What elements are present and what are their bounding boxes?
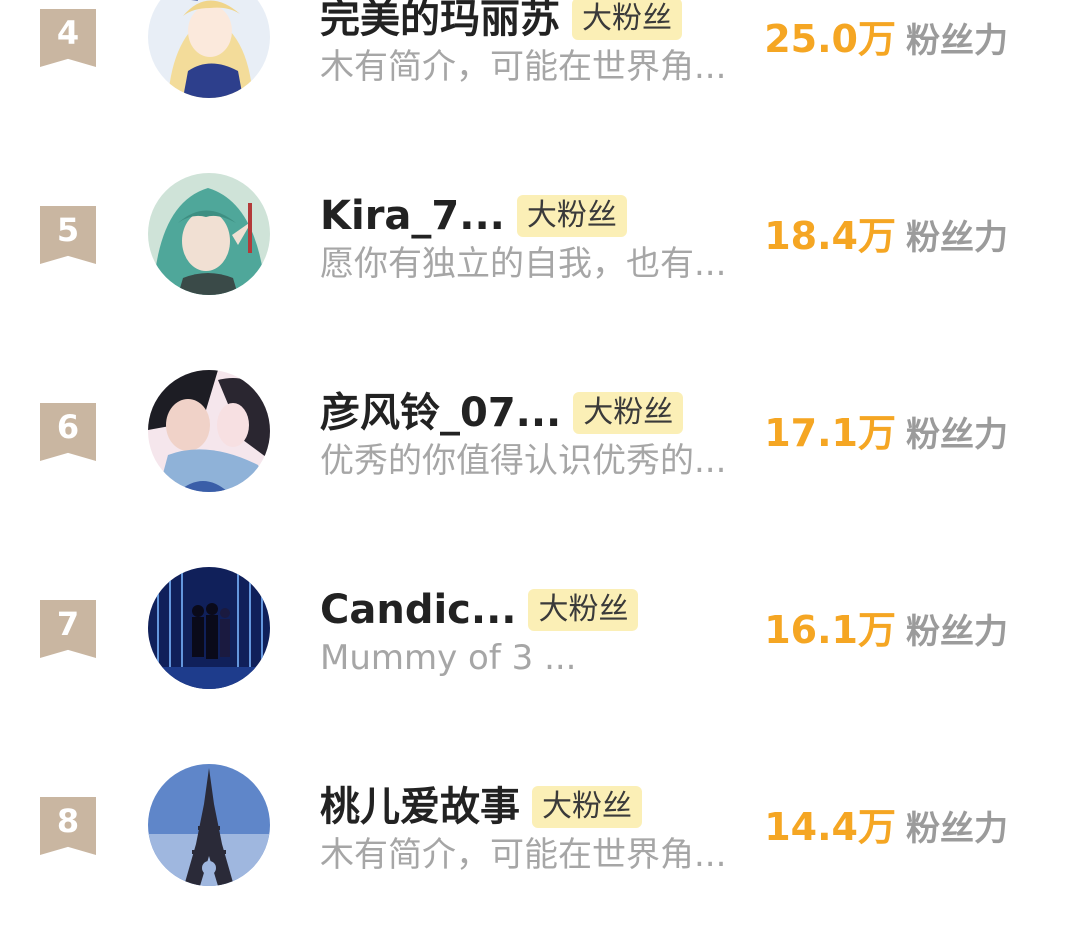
light-tunnel-photo-avatar-icon (148, 567, 270, 689)
fan-name[interactable]: 彦风铃_07... (320, 387, 561, 439)
fan-score-label: 粉丝力 (906, 21, 1008, 61)
fan-score-label: 粉丝力 (906, 809, 1008, 849)
fan-score-label: 粉丝力 (906, 218, 1008, 258)
fan-level-badge: 大粉丝 (528, 589, 639, 631)
name-line: 彦风铃_07... 大粉丝 (320, 385, 684, 441)
rank-number: 4 (56, 14, 80, 52)
fan-score: 17.1万 (764, 411, 896, 455)
fan-row[interactable]: 7 Candic... 大粉丝 Mummy of 3 ... 16.1万 粉丝力 (0, 543, 1080, 740)
rank-number: 6 (56, 408, 80, 446)
fan-score: 25.0万 (764, 17, 896, 61)
rank-ribbon: 8 (40, 797, 96, 855)
fan-name[interactable]: 完美的玛丽苏 (320, 0, 560, 45)
fan-row[interactable]: 5 Kira_7... 大粉丝 愿你有独立的自我，也有... 18.4万 粉丝力 (0, 149, 1080, 346)
fan-bio: 愿你有独立的自我，也有... (320, 244, 727, 284)
fan-row[interactable]: 4 完美的玛丽苏 大粉丝 木有简介，可能在世界角... 25.0万 粉丝力 (0, 0, 1080, 149)
rank-ribbon: 5 (40, 206, 96, 264)
fan-score-label: 粉丝力 (906, 415, 1008, 455)
rank-number: 7 (56, 605, 80, 643)
eiffel-tower-photo-avatar-icon (148, 764, 270, 886)
anime-girl-blonde-avatar-icon (148, 0, 270, 98)
fan-row[interactable]: 8 桃儿爱故事 大粉丝 木有简介，可能在世界角... 14.4万 粉丝力 (0, 740, 1080, 937)
fan-ranking-list: 4 完美的玛丽苏 大粉丝 木有简介，可能在世界角... 25.0万 粉丝力 5 (0, 0, 1080, 886)
avatar[interactable] (148, 0, 270, 98)
fan-level-badge: 大粉丝 (532, 786, 642, 828)
rank-ribbon: 4 (40, 9, 96, 67)
avatar[interactable] (148, 764, 270, 886)
fan-bio: 优秀的你值得认识优秀的... (320, 441, 727, 481)
anime-couple-avatar-icon (148, 370, 270, 492)
fan-bio: 木有简介，可能在世界角... (320, 835, 727, 875)
fan-row[interactable]: 6 彦风铃_07... 大粉丝 优秀的你值得认识优秀的... 17.1万 粉丝力 (0, 346, 1080, 543)
fan-bio: 木有简介，可能在世界角... (320, 47, 727, 87)
name-line: Kira_7... 大粉丝 (320, 188, 627, 244)
rank-ribbon: 6 (40, 403, 96, 461)
anime-elf-teal-hair-avatar-icon (148, 173, 270, 295)
rank-number: 5 (56, 211, 80, 249)
fan-name[interactable]: Candic... (320, 584, 516, 636)
fan-level-badge: 大粉丝 (516, 195, 627, 237)
name-line: 桃儿爱故事 大粉丝 (320, 779, 642, 835)
fan-name[interactable]: 桃儿爱故事 (320, 781, 520, 833)
fan-level-badge: 大粉丝 (572, 0, 682, 40)
rank-number: 8 (56, 802, 80, 840)
fan-bio: Mummy of 3 ... (320, 638, 577, 678)
avatar[interactable] (148, 173, 270, 295)
fan-score: 18.4万 (764, 214, 896, 258)
fan-name[interactable]: Kira_7... (320, 190, 505, 242)
fan-level-badge: 大粉丝 (573, 392, 684, 434)
fan-score: 16.1万 (764, 608, 896, 652)
avatar[interactable] (148, 567, 270, 689)
avatar[interactable] (148, 370, 270, 492)
rank-ribbon: 7 (40, 600, 96, 658)
fan-score: 14.4万 (764, 805, 896, 849)
fan-score-label: 粉丝力 (906, 612, 1008, 652)
name-line: Candic... 大粉丝 (320, 582, 639, 638)
name-line: 完美的玛丽苏 大粉丝 (320, 0, 682, 47)
